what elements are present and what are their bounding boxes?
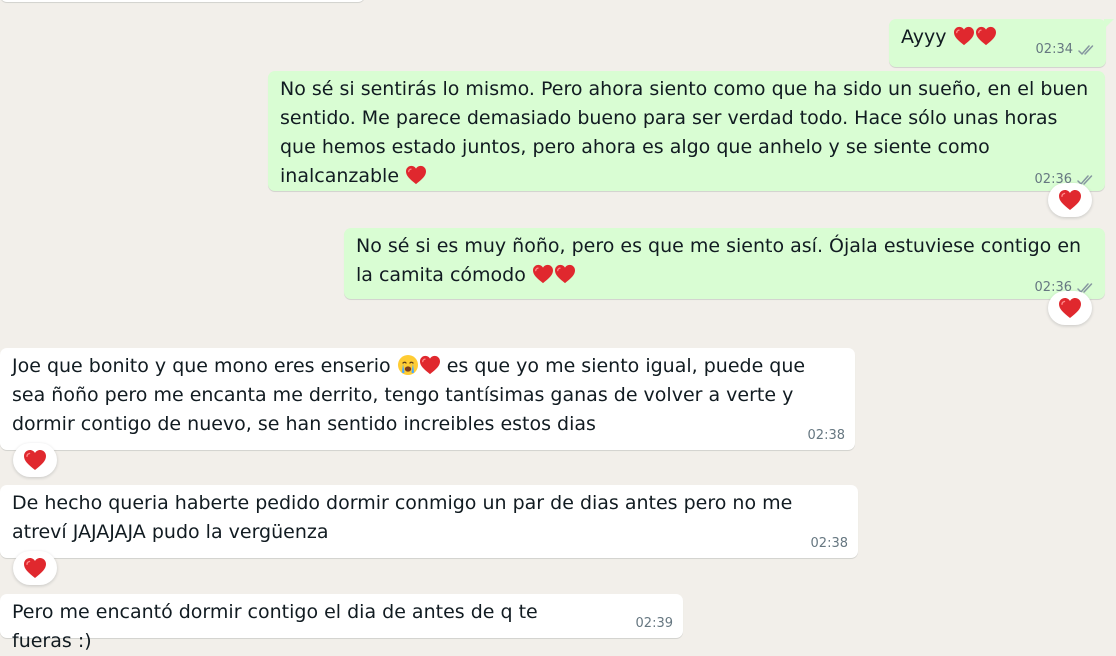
reaction-badge[interactable] xyxy=(13,443,57,477)
heart-emoji-icon xyxy=(532,264,554,284)
message-bubble-outgoing[interactable]: No sé si es muy ñoño, pero es que me sie… xyxy=(344,228,1105,299)
heart-emoji-icon xyxy=(419,355,441,375)
crying-face-emoji-icon xyxy=(397,354,419,376)
heart-emoji-icon xyxy=(953,26,975,46)
message-meta: 02:39 xyxy=(636,616,673,632)
message-text: Pero me encantó dormir contigo el dia de… xyxy=(12,601,538,652)
message-time: 02:38 xyxy=(810,536,848,551)
message-meta: 02:38 xyxy=(811,536,848,552)
bubble-tail xyxy=(1104,19,1114,29)
heart-reaction-icon xyxy=(1058,189,1082,211)
message-text: No sé si sentirás lo mismo. Pero ahora s… xyxy=(280,78,1089,187)
message-meta: 02:38 xyxy=(808,428,845,444)
message-time: 02:38 xyxy=(807,428,845,443)
message-bubble-incoming[interactable]: Joe que bonito y que mono eres enserio e… xyxy=(0,348,855,450)
message-text: Ayyy xyxy=(901,26,947,48)
heart-emoji-icon xyxy=(975,26,997,46)
previous-message-edge xyxy=(0,0,365,2)
reaction-badge[interactable] xyxy=(1048,183,1092,217)
message-bubble-incoming[interactable]: Pero me encantó dormir contigo el dia de… xyxy=(0,594,683,652)
message-bubble-outgoing[interactable]: No sé si sentirás lo mismo. Pero ahora s… xyxy=(268,71,1105,191)
message-bubble-incoming[interactable]: De hecho queria haberte pedido dormir co… xyxy=(0,485,858,558)
heart-reaction-icon xyxy=(1058,297,1082,319)
double-check-icon xyxy=(1078,44,1096,56)
message-time: 02:34 xyxy=(1035,42,1073,57)
message-meta: 02:34 xyxy=(1036,42,1096,58)
message-text: No sé si es muy ñoño, pero es que me sie… xyxy=(356,235,1082,286)
heart-reaction-icon xyxy=(23,557,47,579)
heart-reaction-icon xyxy=(23,449,47,471)
message-bubble-outgoing[interactable]: Ayyy 02:34 xyxy=(889,19,1114,67)
message-text: De hecho queria haberte pedido dormir co… xyxy=(12,492,793,543)
reaction-badge[interactable] xyxy=(13,551,57,585)
heart-emoji-icon xyxy=(405,165,427,185)
reaction-badge[interactable] xyxy=(1048,291,1092,325)
message-time: 02:39 xyxy=(635,616,673,631)
message-text-before: Joe que bonito y que mono eres enserio xyxy=(12,355,391,377)
heart-emoji-icon xyxy=(554,264,576,284)
chat-area: Ayyy 02:34 No sé si sentirás lo mismo. P… xyxy=(0,0,1116,654)
